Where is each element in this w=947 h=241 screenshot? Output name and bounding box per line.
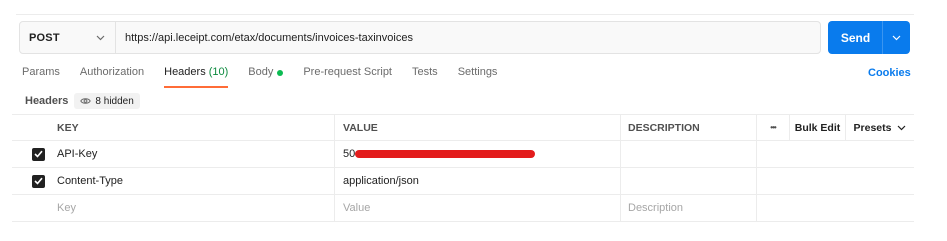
send-label: Send <box>840 30 871 45</box>
table-row: API-Key 50 <box>12 141 914 168</box>
tab-params[interactable]: Params <box>22 66 60 88</box>
new-value-input[interactable]: Value <box>335 195 621 221</box>
cookies-link[interactable]: Cookies <box>868 67 911 79</box>
url-input[interactable]: https://api.leceipt.com/etax/documents/i… <box>116 22 820 53</box>
value-placeholder: Value <box>343 202 371 214</box>
tab-label: Settings <box>457 66 498 78</box>
new-description-input[interactable]: Description <box>621 195 757 221</box>
request-bar: POST https://api.leceipt.com/etax/docume… <box>19 21 821 54</box>
row-key-text: Content-Type <box>57 175 124 187</box>
row-check-cell <box>12 141 49 167</box>
request-tabs: Params Authorization Headers (10) Body P… <box>22 66 517 88</box>
description-placeholder: Description <box>628 202 684 214</box>
row-value[interactable]: application/json <box>335 168 621 194</box>
body-status-dot-icon <box>277 70 284 76</box>
url-text: https://api.leceipt.com/etax/documents/i… <box>125 31 413 44</box>
send-button[interactable]: Send <box>828 21 910 54</box>
column-header-description: DESCRIPTION <box>621 115 757 140</box>
top-divider <box>16 14 914 15</box>
bulk-edit-button[interactable]: Bulk Edit <box>790 115 846 140</box>
row-checkbox[interactable] <box>32 174 45 188</box>
tab-label: Pre-request Script <box>303 66 392 78</box>
tab-body[interactable]: Body <box>248 66 284 88</box>
row-key-text: API-Key <box>57 148 98 160</box>
row-actions-empty <box>757 168 882 194</box>
more-icon: ••• <box>770 123 776 132</box>
more-options-button[interactable]: ••• <box>757 115 790 140</box>
tab-headers[interactable]: Headers (10) <box>164 66 229 88</box>
headers-count: (10) <box>208 66 229 78</box>
method-label: POST <box>29 31 60 44</box>
tab-label: Body <box>248 66 274 78</box>
tab-label: Tests <box>412 66 438 78</box>
tab-authorization[interactable]: Authorization <box>80 66 144 88</box>
key-placeholder: Key <box>57 202 76 214</box>
table-row: Content-Type application/json <box>12 168 914 195</box>
tab-label: Headers <box>164 66 206 78</box>
row-actions-empty <box>757 141 882 167</box>
method-select[interactable]: POST <box>20 22 116 53</box>
eye-icon <box>80 97 92 105</box>
hidden-count-label: 8 hidden <box>95 95 134 107</box>
presets-dropdown[interactable]: Presets <box>846 115 914 140</box>
row-actions-empty <box>757 195 882 221</box>
tab-pre-request-script[interactable]: Pre-request Script <box>303 66 392 88</box>
row-description[interactable] <box>621 141 757 167</box>
hidden-headers-toggle[interactable]: 8 hidden <box>74 93 140 109</box>
row-value-text: 50 <box>343 148 356 160</box>
table-row-empty: Key Value Description <box>12 195 914 222</box>
presets-label: Presets <box>853 121 892 134</box>
header-check-cell <box>12 115 49 140</box>
row-value-text: application/json <box>343 175 419 187</box>
headers-title: Headers <box>25 95 69 107</box>
headers-subheader: Headers 8 hidden <box>25 93 140 109</box>
send-options-chevron-icon[interactable] <box>883 35 910 41</box>
headers-table: KEY VALUE DESCRIPTION ••• Bulk Edit Pres… <box>12 114 914 222</box>
chevron-down-icon <box>95 33 105 43</box>
row-description[interactable] <box>621 168 757 194</box>
table-header-row: KEY VALUE DESCRIPTION ••• Bulk Edit Pres… <box>12 114 914 141</box>
column-header-key: KEY <box>49 115 335 140</box>
tab-settings[interactable]: Settings <box>458 66 498 88</box>
row-check-cell <box>12 195 49 221</box>
new-key-input[interactable]: Key <box>49 195 335 221</box>
row-key[interactable]: Content-Type <box>49 168 335 194</box>
row-checkbox[interactable] <box>32 147 45 161</box>
tab-label: Authorization <box>79 66 145 78</box>
row-key[interactable]: API-Key <box>49 141 335 167</box>
chevron-down-icon <box>897 125 906 131</box>
row-value[interactable]: 50 <box>335 141 621 167</box>
tab-label: Params <box>22 66 60 78</box>
row-check-cell <box>12 168 49 194</box>
column-header-value: VALUE <box>335 115 621 140</box>
tab-tests[interactable]: Tests <box>412 66 438 88</box>
redaction-mark <box>355 150 536 158</box>
